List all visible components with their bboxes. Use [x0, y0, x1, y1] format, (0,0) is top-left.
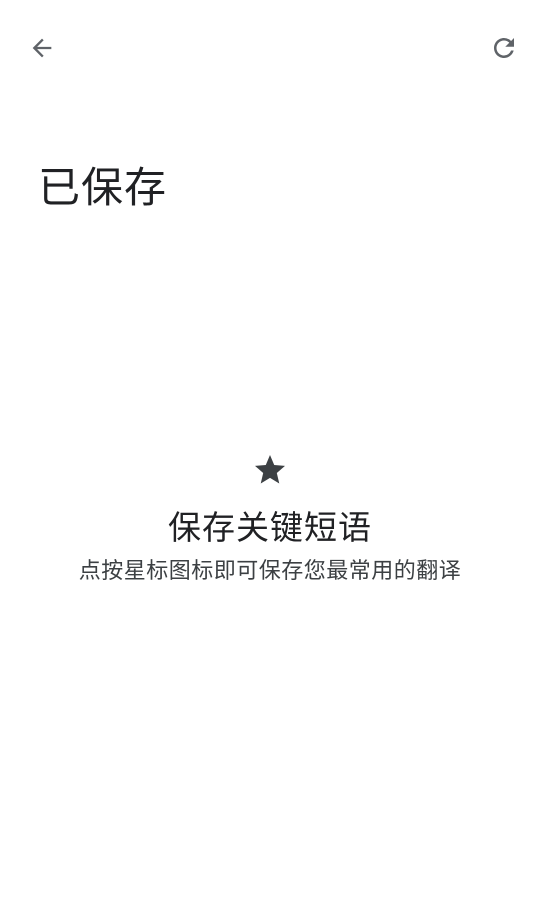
back-button[interactable]: [14, 20, 70, 76]
refresh-icon: [494, 38, 514, 58]
saved-screen: 已保存 保存关键短语 点按星标图标即可保存您最常用的翻译: [0, 0, 540, 924]
page-title: 已保存: [38, 163, 168, 212]
empty-state: 保存关键短语 点按星标图标即可保存您最常用的翻译: [0, 452, 540, 588]
refresh-button[interactable]: [476, 20, 532, 76]
empty-state-heading: 保存关键短语: [168, 508, 372, 547]
empty-state-description: 点按星标图标即可保存您最常用的翻译: [78, 559, 462, 584]
arrow-back-icon: [32, 38, 52, 58]
top-app-bar: [0, 0, 540, 96]
star-icon: [255, 455, 285, 484]
